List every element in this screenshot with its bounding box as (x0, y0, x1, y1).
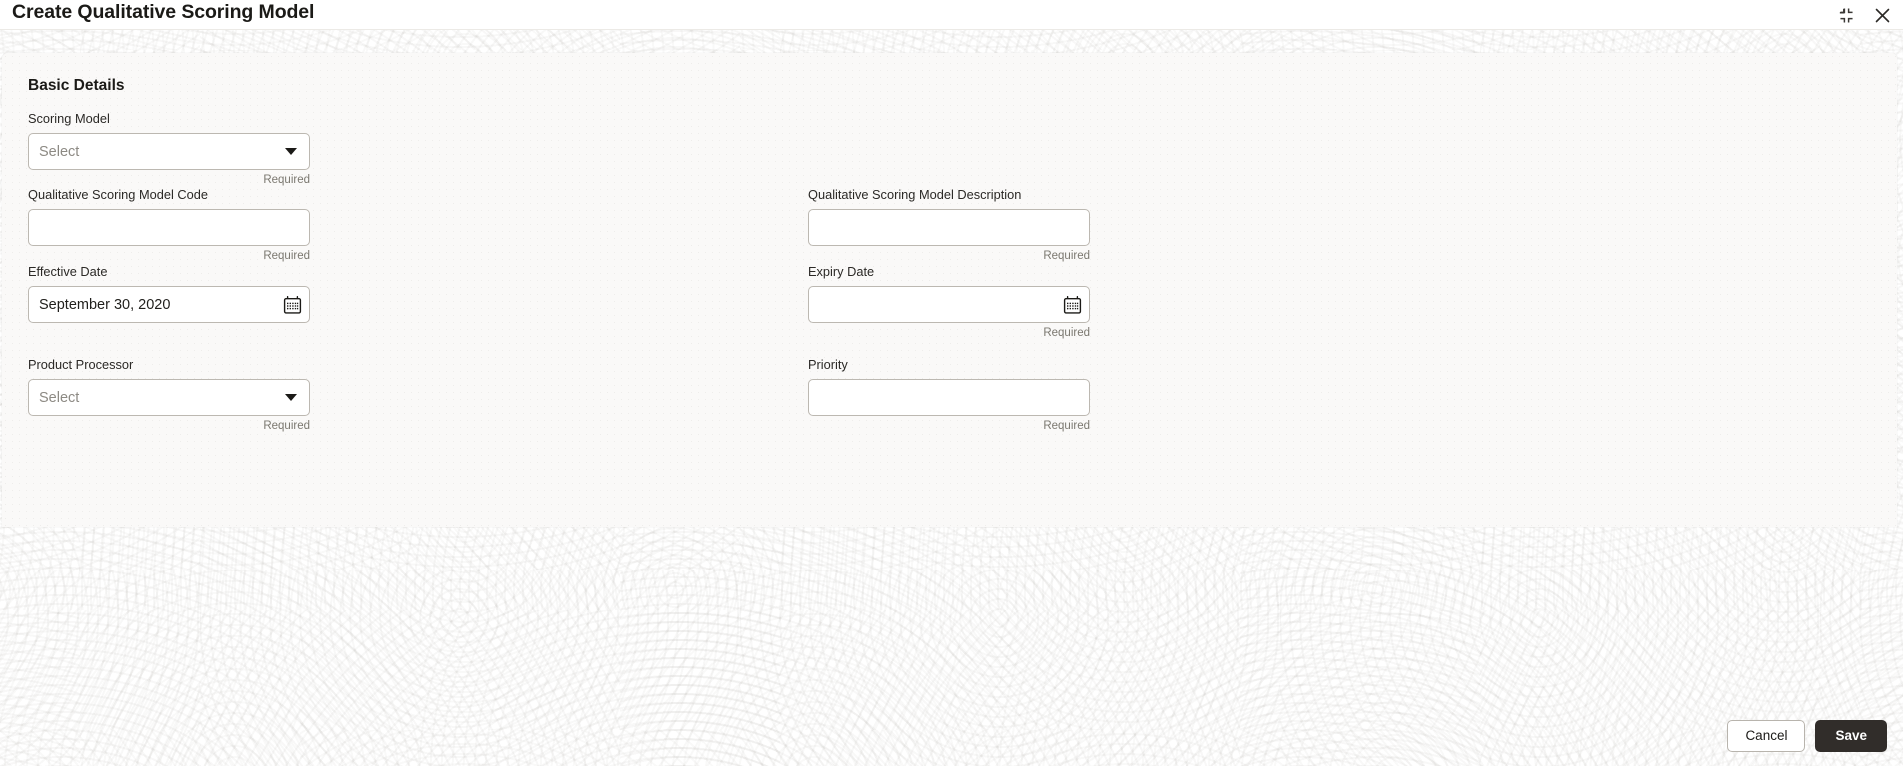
chevron-down-icon[interactable] (284, 379, 298, 416)
field-effective-date: Effective Date (28, 264, 310, 326)
qualitative-scoring-model-description-input[interactable] (808, 209, 1090, 246)
field-qualitative-scoring-model-description: Qualitative Scoring Model Description Re… (808, 187, 1090, 263)
input-wrapper (28, 209, 310, 246)
field-expiry-date: Expiry Date Required (808, 264, 1090, 340)
effective-date-input[interactable] (28, 286, 310, 323)
field-label: Product Processor (28, 357, 134, 372)
field-product-processor: Product Processor Required (28, 357, 310, 433)
expiry-date-input[interactable] (808, 286, 1090, 323)
field-label: Expiry Date (808, 264, 875, 279)
product-processor-select[interactable] (28, 379, 310, 416)
field-qualitative-scoring-model-code: Qualitative Scoring Model Code Required (28, 187, 310, 263)
chevron-down-icon[interactable] (284, 133, 298, 170)
field-scoring-model: Scoring Model Required (28, 111, 310, 187)
field-hint: Required (263, 420, 310, 432)
field-label: Scoring Model (28, 111, 110, 126)
priority-input[interactable] (808, 379, 1090, 416)
input-wrapper (28, 286, 310, 323)
field-priority: Priority Required (808, 357, 1090, 433)
field-hint: Required (263, 174, 310, 186)
dialog-footer: Cancel Save (0, 706, 1903, 766)
input-wrapper (808, 286, 1090, 323)
page-title: Create Qualitative Scoring Model (12, 1, 315, 23)
calendar-icon[interactable] (1063, 295, 1082, 314)
scoring-model-select[interactable] (28, 133, 310, 170)
close-icon[interactable] (1871, 4, 1893, 26)
field-label: Qualitative Scoring Model Description (808, 187, 1022, 202)
input-wrapper (808, 209, 1090, 246)
field-hint: Required (263, 250, 310, 262)
collapse-icon[interactable] (1835, 4, 1857, 26)
window-controls (1835, 0, 1893, 30)
field-label: Effective Date (28, 264, 108, 279)
qualitative-scoring-model-code-input[interactable] (28, 209, 310, 246)
input-wrapper (808, 379, 1090, 416)
save-button[interactable]: Save (1815, 720, 1887, 752)
field-label: Qualitative Scoring Model Code (28, 187, 208, 202)
window-titlebar: Create Qualitative Scoring Model (0, 0, 1903, 30)
input-wrapper (28, 379, 310, 416)
input-wrapper (28, 133, 310, 170)
basic-details-form: Scoring Model Required Qualitative Scori… (2, 53, 1897, 527)
field-hint: Required (1043, 327, 1090, 339)
field-hint: Required (1043, 420, 1090, 432)
field-label: Priority (808, 357, 848, 372)
form-panel: Basic Details Scoring Model Required Qua… (2, 53, 1897, 527)
create-qualitative-scoring-model-window: Create Qualitative Scoring Model Basic D… (0, 0, 1903, 766)
field-hint: Required (1043, 250, 1090, 262)
calendar-icon[interactable] (283, 295, 302, 314)
cancel-button[interactable]: Cancel (1727, 720, 1806, 752)
